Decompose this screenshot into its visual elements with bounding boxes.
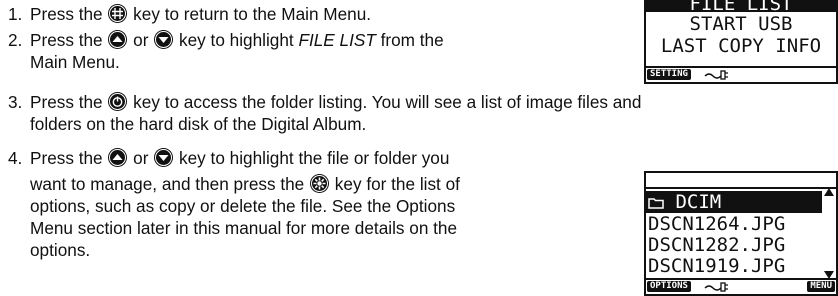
step-text: from the: [380, 30, 444, 50]
power-plug-icon: [704, 282, 728, 292]
options-key-icon: [310, 174, 330, 193]
step-text: or: [133, 30, 149, 50]
file-item: DSCN1264.JPG: [648, 213, 786, 235]
down-arrow-key-icon: [154, 148, 174, 167]
step-number: 1.: [8, 4, 23, 24]
menu-item-last-copy-info: LAST COPY INFO: [660, 35, 822, 57]
menu-name: FILE LIST: [298, 30, 376, 50]
down-arrow-key-icon: [154, 30, 174, 49]
file-list-screen: DCIM DSCN1264.JPG DSCN1282.JPG DSCN1919.…: [644, 171, 838, 296]
up-arrow-key-icon: [108, 148, 128, 167]
step-text: key to highlight: [179, 30, 294, 50]
menu-key-icon: [108, 4, 128, 23]
menu-item-start-usb: START USB: [689, 13, 793, 35]
step-text: folders on the hard disk of the Digital …: [30, 114, 367, 134]
status-bar: SETTING: [646, 66, 836, 82]
step-text: key to highlight the file or folder you: [179, 148, 450, 168]
menu-label: MENU: [807, 281, 835, 292]
up-arrow-key-icon: [108, 30, 128, 49]
main-menu-screen: FILE LIST START USB LAST COPY INFO SETTI…: [644, 0, 838, 84]
title-bar: [646, 173, 836, 189]
step-text: options, such as copy or delete the file…: [30, 196, 456, 216]
step-text: Menu section later in this manual for mo…: [30, 218, 458, 238]
step-text: key for the list of: [334, 174, 460, 194]
step-text: Main Menu.: [30, 52, 120, 72]
step-text: key to access the folder listing. You wi…: [133, 92, 642, 112]
step-number: 4.: [8, 148, 23, 168]
menu-item-file-list: FILE LIST: [646, 0, 836, 12]
scroll-up-arrow-icon: [824, 188, 834, 196]
folder-icon: [648, 198, 664, 209]
setting-label: SETTING: [647, 69, 691, 80]
enter-key-icon: [108, 92, 128, 111]
file-item: DSCN1919.JPG: [648, 255, 786, 277]
step-text: key to return to the Main Menu.: [133, 4, 372, 24]
folder-name: DCIM: [675, 191, 722, 213]
step-text: want to manage, and then press the: [30, 174, 305, 194]
folder-item-dcim: DCIM: [646, 191, 822, 213]
step-text: Press the: [30, 92, 103, 112]
options-label: OPTIONS: [647, 281, 691, 292]
step-text: options.: [30, 240, 91, 260]
step-text: or: [133, 148, 149, 168]
step-text: Press the: [30, 148, 103, 168]
file-item: DSCN1282.JPG: [648, 234, 786, 256]
power-plug-icon: [704, 70, 728, 80]
step-text: Press the: [30, 4, 103, 24]
step-number: 3.: [8, 92, 23, 112]
step-text: Press the: [30, 30, 103, 50]
step-number: 2.: [8, 30, 23, 50]
